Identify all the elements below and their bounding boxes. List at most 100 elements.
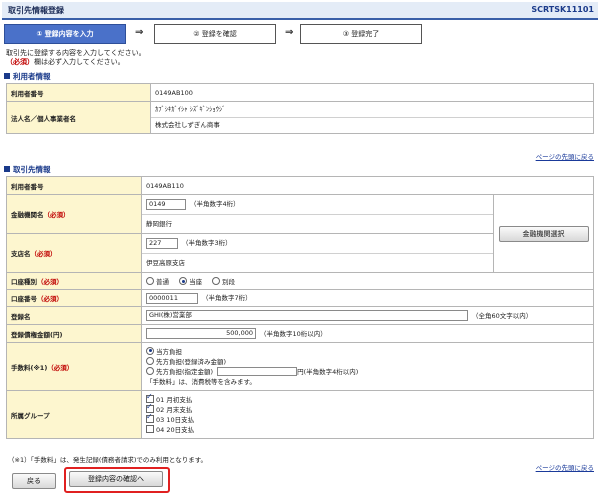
- registered-name-cell: GHI(株)営業部 （全角60文字以内）: [141, 306, 594, 325]
- option-label: 当座: [189, 278, 203, 286]
- label-account-type: 口座種別（必須）: [6, 272, 142, 290]
- option-label: 02 月末支払: [156, 405, 193, 414]
- fee-option-self[interactable]: 当方負担: [146, 346, 589, 357]
- page-title: 取引先情報登録: [8, 6, 64, 15]
- branch-cell: 227 （半角数字3桁） 伊豆高原支店: [141, 233, 494, 273]
- amount-input[interactable]: 500,000: [146, 328, 256, 340]
- amount-hint: （半角数字10桁以内）: [260, 329, 327, 338]
- fee-option-partner-registered[interactable]: 先方負担(登録済み金額): [146, 356, 589, 367]
- section-partner-info-heading: 取引先情報: [4, 164, 51, 175]
- square-bullet-icon: [4, 73, 10, 79]
- account-type-option-betsudan[interactable]: 別段: [212, 277, 236, 286]
- step-1-input: ① 登録内容を入力: [4, 24, 126, 44]
- step-arrow-icon: ⇒: [285, 27, 294, 38]
- section-title: 取引先情報: [13, 165, 51, 174]
- instruction-line-2: （必須）欄は必ず入力してください。: [6, 58, 146, 67]
- fee-cell: 当方負担 先方負担(登録済み金額) 先方負担(指定金額) 円(半角数字4桁以内) …: [141, 342, 594, 391]
- page-top-link[interactable]: ページの先頭に戻る: [536, 151, 594, 161]
- option-label: 先方負担(登録済み金額): [156, 357, 227, 366]
- amount-cell: 500,000 （半角数字10桁以内）: [141, 324, 594, 343]
- radio-selected-icon[interactable]: [179, 277, 188, 285]
- option-label: 先方負担(指定金額): [156, 367, 214, 376]
- label-user-no: 利用者番号: [6, 83, 151, 102]
- bank-code-hint: （半角数字4桁）: [190, 200, 240, 208]
- group-option-02[interactable]: 02 月末支払: [146, 402, 589, 415]
- instructions: 取引先に登録する内容を入力してください。 （必須）欄は必ず入力してください。: [6, 49, 146, 67]
- radio-icon[interactable]: [212, 277, 221, 285]
- required-tag: （必須）: [37, 278, 63, 286]
- confirm-button[interactable]: 登録内容の確認へ: [69, 471, 163, 487]
- account-no-input[interactable]: 0000011: [146, 292, 198, 304]
- value-corp-name-cell: ｶﾌﾞｼｷｶﾞｲｼｬ ｼｽﾞｷﾞﾝｼｮｳｼﾞ 株式会社しずぎん商事: [150, 101, 594, 134]
- square-bullet-icon: [4, 166, 10, 172]
- required-tag: （必須）: [47, 363, 74, 372]
- title-bar: 取引先情報登録 SCRTSK11101: [2, 2, 598, 20]
- radio-icon[interactable]: [146, 277, 154, 285]
- fee-amount-input[interactable]: [217, 367, 298, 376]
- fee-footnote: （※1）「手数料」は、発生記録(債務者請求)でのみ利用となります。: [8, 456, 208, 464]
- label-group: 所属グループ: [6, 390, 142, 439]
- label-amount: 登録債権金額(円): [6, 324, 142, 343]
- group-option-04[interactable]: 04 20日支払: [146, 424, 589, 435]
- checkbox-checked-icon[interactable]: [146, 412, 154, 423]
- partner-info-table: 利用者番号 0149AB110 金融機関名（必須） 0149 （半角数字4桁） 静…: [6, 176, 594, 439]
- required-tag: （必須）: [6, 58, 34, 66]
- account-no-cell: 0000011 （半角数字7桁）: [141, 289, 594, 307]
- option-label: 当方負担: [156, 347, 182, 356]
- bank-code-input[interactable]: 0149: [146, 198, 186, 210]
- branch-code-row: 227 （半角数字3桁）: [142, 234, 493, 254]
- bank-code-row: 0149 （半角数字4桁）: [142, 195, 493, 215]
- step-3-complete: ③ 登録完了: [300, 24, 422, 44]
- value-partner-user-no: 0149AB110: [141, 176, 594, 195]
- section-user-info-heading: 利用者情報: [4, 71, 51, 82]
- label-branch: 支店名（必須）: [6, 233, 142, 273]
- back-button[interactable]: 戻る: [12, 473, 56, 489]
- step-indicator: ① 登録内容を入力 ⇒ ② 登録を確認 ⇒ ③ 登録完了: [4, 24, 434, 44]
- label-corp-name: 法人名／個人事業者名: [6, 101, 151, 134]
- label-fee: 手数料(※1)（必須）: [6, 342, 142, 391]
- label-bank: 金融機関名（必須）: [6, 194, 142, 234]
- user-info-table: 利用者番号 0149AB100 法人名／個人事業者名 ｶﾌﾞｼｷｶﾞｲｼｬ ｼｽ…: [6, 83, 594, 134]
- section-title: 利用者情報: [13, 72, 51, 81]
- option-label: 04 20日支払: [156, 425, 195, 434]
- registered-name-hint: （全角60文字以内）: [472, 311, 533, 320]
- checkbox-icon[interactable]: [146, 424, 154, 433]
- step-2-confirm: ② 登録を確認: [154, 24, 276, 44]
- fee-note: 「手数料」は、消費税等を含みます。: [146, 377, 256, 386]
- label-partner-user-no: 利用者番号: [6, 176, 142, 195]
- account-type-option-futsu[interactable]: 普通: [146, 277, 169, 286]
- screen-id: SCRTSK11101: [531, 5, 594, 14]
- label-account-type-text: 口座種別: [11, 278, 37, 286]
- option-label: 普通: [156, 278, 169, 286]
- bank-name: 静岡銀行: [146, 220, 172, 228]
- step-arrow-icon: ⇒: [135, 27, 144, 38]
- group-option-01[interactable]: 01 月初支払: [146, 392, 589, 405]
- label-fee-text: 手数料(※1): [11, 363, 48, 372]
- option-label: 別段: [222, 278, 236, 286]
- value-user-no: 0149AB100: [150, 83, 594, 102]
- corp-name: 株式会社しずぎん商事: [155, 121, 220, 129]
- branch-code-input[interactable]: 227: [146, 237, 178, 249]
- corp-kana: ｶﾌﾞｼｷｶﾞｲｼｬ ｼｽﾞｷﾞﾝｼｮｳｼﾞ: [151, 102, 593, 118]
- required-tag: （必須）: [43, 211, 70, 219]
- radio-selected-icon[interactable]: [146, 346, 154, 355]
- option-label: 01 月初支払: [156, 395, 193, 404]
- account-type-cell: 普通 当座 別段: [141, 272, 594, 290]
- account-type-option-touza[interactable]: 当座: [179, 277, 203, 286]
- group-option-03[interactable]: 03 10日支払: [146, 412, 589, 425]
- label-account-no-text: 口座番号: [11, 295, 37, 303]
- page-top-link[interactable]: ページの先頭に戻る: [536, 462, 594, 472]
- registered-name-input[interactable]: GHI(株)営業部: [146, 310, 468, 322]
- instruction-line-1: 取引先に登録する内容を入力してください。: [6, 49, 146, 57]
- branch-name: 伊豆高原支店: [146, 259, 185, 267]
- instruction-line-2-text: 欄は必ず入力してください。: [34, 58, 125, 66]
- required-tag: （必須）: [37, 295, 63, 303]
- option-label: 03 10日支払: [156, 415, 195, 424]
- fee-option-partner-specified[interactable]: 先方負担(指定金額) 円(半角数字4桁以内): [146, 366, 589, 377]
- bank-select-button[interactable]: 金融機関選択: [498, 225, 589, 242]
- account-no-hint: （半角数字7桁）: [202, 294, 252, 303]
- radio-icon[interactable]: [146, 356, 154, 365]
- radio-icon[interactable]: [146, 366, 154, 375]
- branch-code-hint: （半角数字3桁）: [182, 239, 232, 247]
- fee-amount-unit: 円(半角数字4桁以内): [297, 367, 359, 376]
